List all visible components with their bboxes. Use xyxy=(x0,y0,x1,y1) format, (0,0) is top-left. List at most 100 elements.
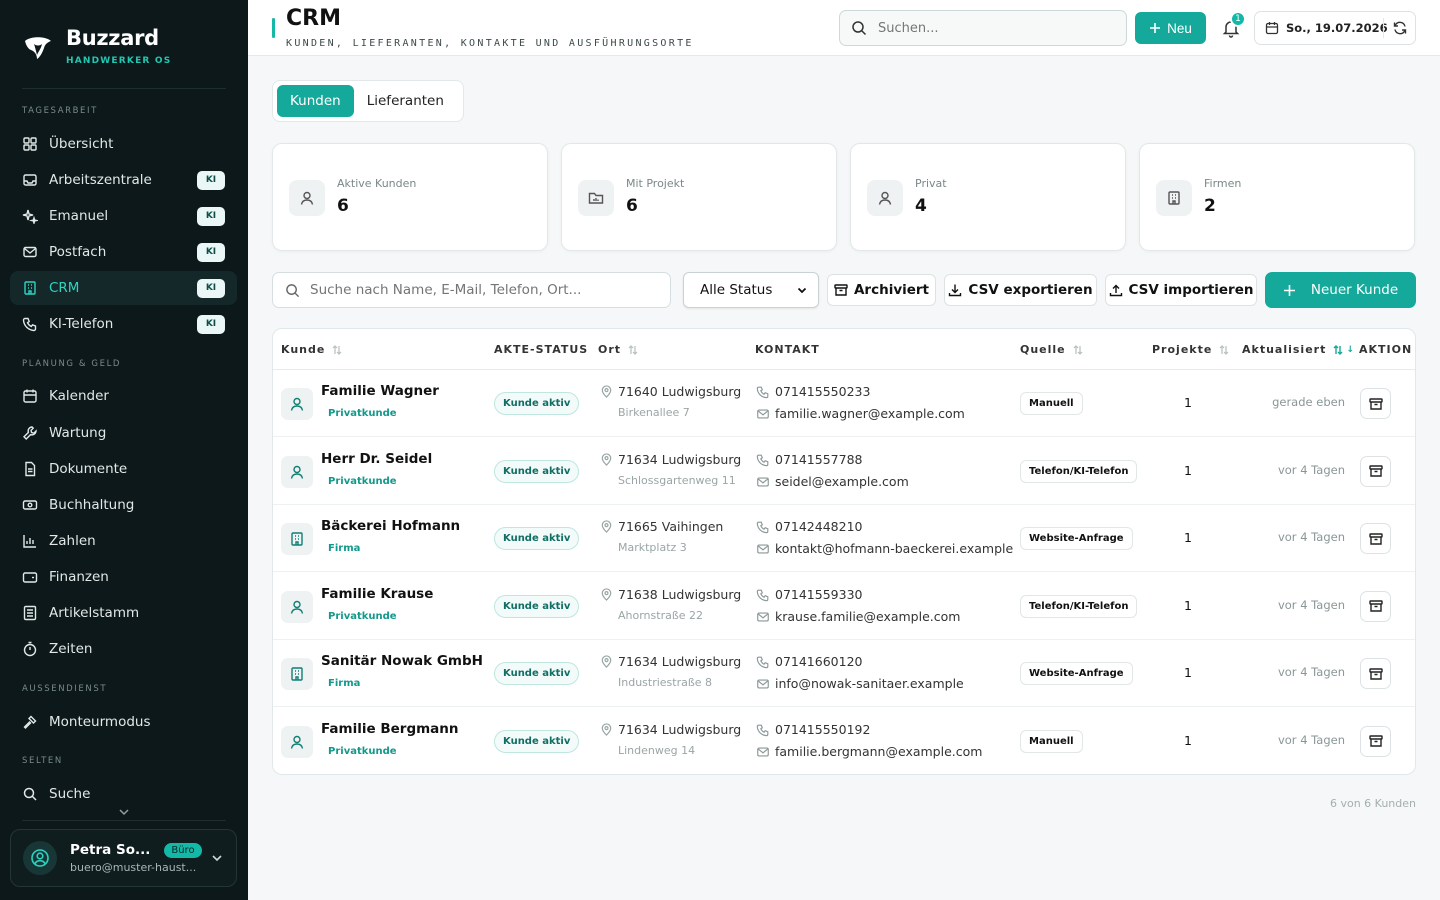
customer-name[interactable]: Sanitär Nowak GmbH xyxy=(321,653,483,669)
customer-name[interactable]: Herr Dr. Seidel xyxy=(321,451,432,467)
column-header-quelle[interactable]: Quelle xyxy=(1020,343,1084,356)
user-icon xyxy=(290,600,304,614)
customer-phone[interactable]: 071415550233 xyxy=(775,384,870,399)
title-accent xyxy=(272,18,275,38)
stat-card-companies: Firmen 2 xyxy=(1139,143,1415,251)
global-search-input[interactable] xyxy=(878,20,1098,36)
source-badge: Telefon/KI-Telefon xyxy=(1020,594,1138,618)
customer-email[interactable]: seidel@example.com xyxy=(775,474,909,489)
sidebar-item-ki-telefon[interactable]: KI-Telefon KI xyxy=(10,307,237,341)
global-search[interactable] xyxy=(839,10,1127,46)
map-pin-icon xyxy=(601,722,612,736)
phone-icon xyxy=(756,454,769,466)
sort-icon xyxy=(1219,344,1229,355)
csv-export-button[interactable]: CSV exportieren xyxy=(944,274,1097,306)
customer-avatar xyxy=(281,388,313,420)
archive-button[interactable] xyxy=(1360,388,1391,419)
date-picker[interactable]: So., 19.07.2026 xyxy=(1254,11,1416,45)
user-icon xyxy=(878,191,892,205)
brand[interactable]: Buzzard HANDWERKER OS xyxy=(22,26,171,66)
customer-phone[interactable]: 07142448210 xyxy=(775,519,862,534)
project-count: 1 xyxy=(1184,395,1192,410)
sidebar-item-wartung[interactable]: Wartung xyxy=(10,416,237,450)
customer-avatar xyxy=(281,658,313,690)
table-row[interactable]: Familie Krause Privatkunde Kunde aktiv 7… xyxy=(273,573,1415,640)
archive-button[interactable] xyxy=(1360,590,1391,622)
search-icon xyxy=(286,283,300,297)
archive-icon xyxy=(1368,532,1383,545)
table-row[interactable]: Bäckerei Hofmann Firma Kunde aktiv 71665… xyxy=(273,505,1415,572)
table-row[interactable]: Familie Bergmann Privatkunde Kunde aktiv… xyxy=(273,708,1415,774)
refresh-icon[interactable] xyxy=(1392,20,1408,36)
sidebar-item-zahlen[interactable]: Zahlen xyxy=(10,524,237,558)
sidebar-item-crm[interactable]: CRM KI xyxy=(10,271,237,305)
archive-button[interactable] xyxy=(1360,455,1391,487)
customer-search-input[interactable] xyxy=(310,282,640,298)
tab-lieferanten[interactable]: Lieferanten xyxy=(354,85,457,117)
customer-search[interactable] xyxy=(272,272,671,308)
user-circle-icon xyxy=(31,849,49,867)
customer-phone[interactable]: 071415550192 xyxy=(775,722,870,737)
sidebar-item-label: Kalender xyxy=(49,388,109,404)
chevron-down-icon[interactable] xyxy=(118,806,130,818)
user-icon xyxy=(290,735,304,749)
sidebar-item-arbeitszentrale[interactable]: Arbeitszentrale KI xyxy=(10,163,237,197)
sidebar-item-finanzen[interactable]: Finanzen xyxy=(10,560,237,594)
customer-table: Kunde AKTE-STATUS Ort KONTAKT Quelle Pro… xyxy=(272,328,1416,775)
stat-icon-box xyxy=(867,180,903,216)
archive-button[interactable] xyxy=(1360,725,1391,757)
new-customer-button[interactable]: Neuer Kunde xyxy=(1265,272,1416,308)
csv-import-button[interactable]: CSV importieren xyxy=(1105,274,1257,306)
archived-button[interactable]: Archiviert xyxy=(827,274,936,306)
sidebar: Buzzard HANDWERKER OS TAGESARBEIT Übersi… xyxy=(0,0,248,900)
customer-avatar xyxy=(281,523,313,555)
column-header-projekte[interactable]: Projekte xyxy=(1152,343,1230,356)
customer-name[interactable]: Familie Wagner xyxy=(321,383,439,399)
customer-email[interactable]: familie.wagner@example.com xyxy=(775,406,965,421)
customer-phone[interactable]: 07141559330 xyxy=(775,587,862,602)
column-header-aktualisiert[interactable]: Aktualisiert ↓ xyxy=(1242,343,1355,356)
new-button[interactable]: Neu xyxy=(1135,12,1206,44)
user-menu[interactable]: Petra So... Büro buero@muster-haust... xyxy=(10,829,237,887)
buzzard-logo-icon xyxy=(25,37,51,59)
mail-icon xyxy=(757,544,769,554)
customer-phone[interactable]: 07141557788 xyxy=(775,452,862,467)
stat-value: 4 xyxy=(915,196,927,216)
document-icon xyxy=(25,461,36,477)
stat-card-private: Privat 4 xyxy=(850,143,1126,251)
customer-email[interactable]: kontakt@hofmann-baeckerei.example xyxy=(775,541,1013,556)
customer-email[interactable]: familie.bergmann@example.com xyxy=(775,744,982,759)
column-header-kunde[interactable]: Kunde xyxy=(281,343,343,356)
table-row[interactable]: Herr Dr. Seidel Privatkunde Kunde aktiv … xyxy=(273,438,1415,505)
customer-street: Lindenweg 14 xyxy=(618,743,696,757)
sidebar-item-buchhaltung[interactable]: Buchhaltung xyxy=(10,488,237,522)
sidebar-item-zeiten[interactable]: Zeiten xyxy=(10,632,237,666)
customer-phone[interactable]: 07141660120 xyxy=(775,654,862,669)
table-row[interactable]: Familie Wagner Privatkunde Kunde aktiv 7… xyxy=(273,370,1415,437)
customer-name[interactable]: Familie Bergmann xyxy=(321,721,459,737)
sidebar-item-postfach[interactable]: Postfach KI xyxy=(10,235,237,269)
timer-icon xyxy=(23,641,37,657)
status-select[interactable]: Alle Status xyxy=(683,272,819,308)
sidebar-item-artikelstamm[interactable]: Artikelstamm xyxy=(10,596,237,630)
sidebar-item-label: Emanuel xyxy=(49,208,109,224)
ki-badge: KI xyxy=(197,206,225,226)
search-icon xyxy=(23,787,37,801)
sidebar-item-kalender[interactable]: Kalender xyxy=(10,379,237,413)
sidebar-item-dokumente[interactable]: Dokumente xyxy=(10,452,237,486)
sidebar-item-uebersicht[interactable]: Übersicht xyxy=(10,127,237,161)
customer-email[interactable]: info@nowak-sanitaer.example xyxy=(775,676,964,691)
column-header-ort[interactable]: Ort xyxy=(598,343,639,356)
tab-kunden[interactable]: Kunden xyxy=(277,85,354,117)
stat-card-active-customers: Aktive Kunden 6 xyxy=(272,143,548,251)
archive-button[interactable] xyxy=(1360,523,1391,554)
table-row[interactable]: Sanitär Nowak GmbH Firma Kunde aktiv 716… xyxy=(273,640,1415,707)
customer-name[interactable]: Familie Krause xyxy=(321,586,433,602)
customer-email[interactable]: krause.familie@example.com xyxy=(775,609,960,624)
archive-button[interactable] xyxy=(1360,658,1391,689)
sidebar-item-emanuel[interactable]: Emanuel KI xyxy=(10,199,237,233)
customer-name[interactable]: Bäckerei Hofmann xyxy=(321,518,460,534)
sidebar-item-monteurmodus[interactable]: Monteurmodus xyxy=(10,705,237,739)
customer-city: 71634 Ludwigsburg xyxy=(618,451,742,467)
customer-street: Industriestraße 8 xyxy=(618,676,713,689)
